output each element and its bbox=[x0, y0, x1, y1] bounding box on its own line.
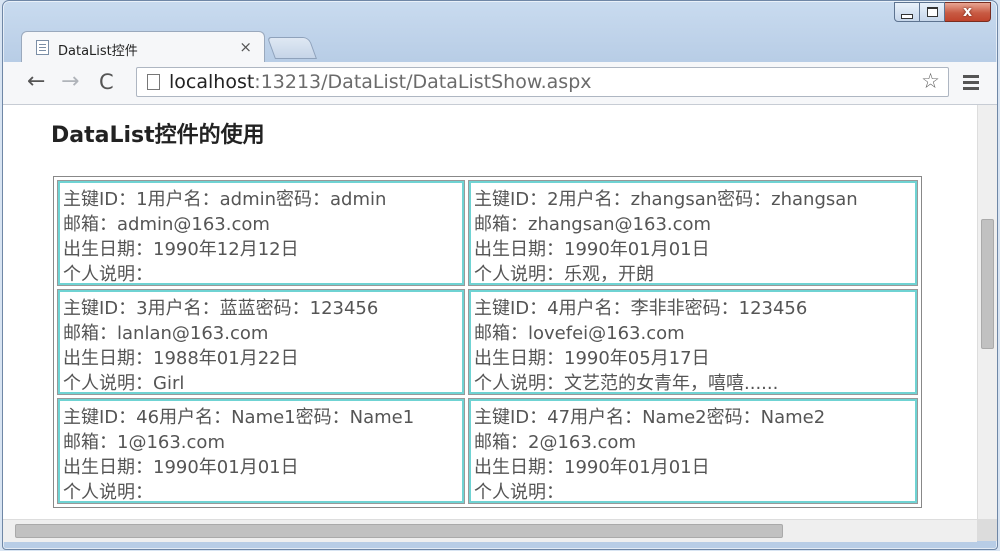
tab-close-icon[interactable]: × bbox=[239, 38, 252, 56]
address-bar[interactable]: localhost:13213/DataList/DataListShow.as… bbox=[136, 67, 949, 97]
vertical-scrollbar[interactable] bbox=[977, 105, 997, 519]
minimize-icon bbox=[901, 13, 913, 19]
url-text[interactable]: localhost:13213/DataList/DataListShow.as… bbox=[169, 71, 592, 93]
item-birthday-line: 出生日期：1990年05月17日 bbox=[474, 348, 710, 369]
scrollbar-corner bbox=[977, 519, 997, 541]
browser-window: x DataList控件 × ← → C localhost:13213/Dat… bbox=[2, 0, 998, 550]
url-host: localhost bbox=[169, 71, 255, 93]
datalist-item: 主键ID：47用户名：Name2密码：Name2 邮箱：2@163.com 出生… bbox=[469, 399, 917, 503]
browser-toolbar: ← → C localhost:13213/DataList/DataListS… bbox=[3, 62, 997, 105]
item-id-line: 主键ID：3用户名：蓝蓝密码：123456 bbox=[63, 298, 379, 319]
bookmark-star-icon[interactable]: ☆ bbox=[921, 69, 940, 93]
item-email-line: 邮箱：1@163.com bbox=[63, 432, 225, 453]
item-email-line: 邮箱：admin@163.com bbox=[63, 214, 270, 235]
minimize-button[interactable] bbox=[894, 2, 920, 22]
item-id-line: 主键ID：4用户名：李非非密码：123456 bbox=[474, 298, 808, 319]
datalist-row: 主键ID：3用户名：蓝蓝密码：123456 邮箱：lanlan@163.com … bbox=[57, 289, 918, 395]
item-description-line: 个人说明： bbox=[474, 482, 564, 503]
item-birthday-line: 出生日期：1990年01月01日 bbox=[474, 457, 710, 478]
tab-title: DataList控件 bbox=[58, 44, 138, 59]
item-birthday-line: 出生日期：1988年01月22日 bbox=[63, 348, 299, 369]
datalist-row: 主键ID：1用户名：admin密码：admin 邮箱：admin@163.com… bbox=[57, 180, 918, 286]
item-description-line: 个人说明：乐观，开朗 bbox=[474, 264, 654, 285]
item-id-line: 主键ID：47用户名：Name2密码：Name2 bbox=[474, 407, 826, 428]
new-tab-button[interactable] bbox=[266, 37, 318, 59]
item-email-line: 邮箱：lovefei@163.com bbox=[474, 323, 685, 344]
maximize-icon bbox=[926, 7, 938, 17]
datalist-item: 主键ID：1用户名：admin密码：admin 邮箱：admin@163.com… bbox=[58, 181, 464, 285]
item-description-line: 个人说明： bbox=[63, 264, 153, 285]
datalist-table: 主键ID：1用户名：admin密码：admin 邮箱：admin@163.com… bbox=[53, 176, 922, 508]
back-button[interactable]: ← bbox=[27, 71, 45, 93]
item-birthday-line: 出生日期：1990年12月12日 bbox=[63, 239, 299, 260]
item-description-line: 个人说明：文艺范的女青年，嘻嘻...... bbox=[474, 373, 779, 394]
close-window-button[interactable]: x bbox=[945, 2, 991, 22]
datalist-row: 主键ID：46用户名：Name1密码：Name1 邮箱：1@163.com 出生… bbox=[57, 398, 918, 504]
item-birthday-line: 出生日期：1990年01月01日 bbox=[63, 457, 299, 478]
item-email-line: 邮箱：2@163.com bbox=[474, 432, 636, 453]
page-favicon-icon bbox=[36, 40, 49, 55]
datalist-item: 主键ID：2用户名：zhangsan密码：zhangsan 邮箱：zhangsa… bbox=[469, 181, 917, 285]
page-title: DataList控件的使用 bbox=[51, 123, 265, 148]
maximize-button[interactable] bbox=[920, 2, 945, 22]
menu-icon[interactable] bbox=[963, 75, 979, 93]
item-id-line: 主键ID：46用户名：Name1密码：Name1 bbox=[63, 407, 415, 428]
page-icon bbox=[147, 74, 160, 90]
horizontal-scrollbar[interactable] bbox=[3, 519, 977, 542]
item-birthday-line: 出生日期：1990年01月01日 bbox=[474, 239, 710, 260]
item-id-line: 主键ID：2用户名：zhangsan密码：zhangsan bbox=[474, 189, 858, 210]
item-description-line: 个人说明：Girl bbox=[63, 373, 185, 394]
window-caption-buttons: x bbox=[894, 2, 991, 22]
datalist-item: 主键ID：4用户名：李非非密码：123456 邮箱：lovefei@163.co… bbox=[469, 290, 917, 394]
browser-tab[interactable]: DataList控件 × bbox=[21, 31, 265, 63]
close-icon: x bbox=[962, 4, 973, 20]
reload-button[interactable]: C bbox=[99, 71, 114, 93]
page-content: DataList控件的使用 主键ID：1用户名：admin密码：admin 邮箱… bbox=[3, 105, 977, 525]
item-email-line: 邮箱：lanlan@163.com bbox=[63, 323, 269, 344]
url-path: :13213/DataList/DataListShow.aspx bbox=[254, 71, 592, 93]
horizontal-scroll-thumb[interactable] bbox=[15, 524, 783, 538]
vertical-scroll-thumb[interactable] bbox=[981, 219, 994, 349]
item-email-line: 邮箱：zhangsan@163.com bbox=[474, 214, 712, 235]
datalist-item: 主键ID：46用户名：Name1密码：Name1 邮箱：1@163.com 出生… bbox=[58, 399, 464, 503]
item-description-line: 个人说明： bbox=[63, 482, 153, 503]
item-id-line: 主键ID：1用户名：admin密码：admin bbox=[63, 189, 387, 210]
forward-button[interactable]: → bbox=[61, 71, 79, 93]
datalist-item: 主键ID：3用户名：蓝蓝密码：123456 邮箱：lanlan@163.com … bbox=[58, 290, 464, 394]
